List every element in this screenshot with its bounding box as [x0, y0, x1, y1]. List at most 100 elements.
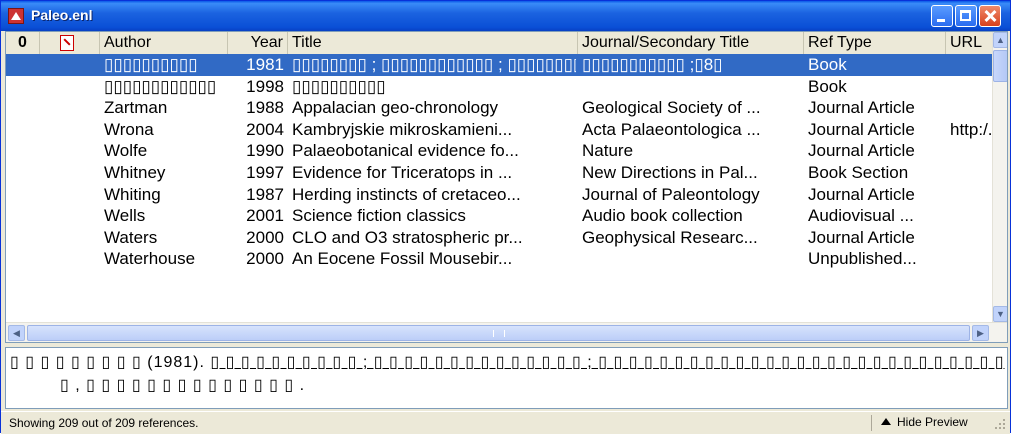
resize-grip-icon[interactable]: [994, 418, 1006, 430]
cell-author: Wells: [104, 206, 146, 226]
cell-url: [950, 162, 992, 184]
cell-author: Waterhouse: [104, 249, 196, 269]
preview-citation-line-1: ▯ ▯ ▯ ▯ ▯ ▯ ▯ ▯ ▯ (1981). ▯ ▯ ▯ ▯ ▯ ▯ ▯ …: [10, 352, 1011, 372]
cell-title: Evidence for Triceratops in ...: [292, 162, 513, 182]
cell-ref-type: Journal Article: [808, 184, 915, 204]
cell-url: [950, 205, 992, 227]
cell-url: [950, 227, 992, 249]
reference-list[interactable]: 0 Author Year Title Journal/Secondary Ti…: [5, 31, 1008, 343]
cell-ref-type: Journal Article: [808, 98, 915, 118]
window-title: Paleo.enl: [31, 7, 93, 23]
cell-title: Palaeobotanical evidence fo...: [292, 141, 519, 161]
table-row[interactable]: Waters 2000 CLO and O3 stratospheric pr.…: [6, 227, 992, 249]
scroll-down-button[interactable]: ▼: [993, 306, 1007, 322]
cell-ref-type: Book: [808, 55, 847, 74]
column-header-attachment[interactable]: 0: [6, 32, 40, 54]
cell-journal: Nature: [582, 141, 634, 161]
cell-journal: ▯▯▯▯▯▯▯▯▯▯▯ ;▯8▯: [582, 55, 723, 74]
column-header-pdf[interactable]: [40, 32, 100, 54]
cell-journal: New Directions in Pal...: [582, 162, 758, 182]
column-header-title[interactable]: Title: [288, 32, 578, 54]
cell-title: Kambryjskie mikroskamieni...: [292, 119, 513, 139]
cell-title: Appalacian geo-chronology: [292, 98, 499, 118]
cell-year: 1988: [246, 98, 284, 118]
cell-ref-type: Audiovisual ...: [808, 206, 914, 226]
table-row[interactable]: Zartman 1988 Appalacian geo-chronology G…: [6, 97, 992, 119]
cell-url: [950, 76, 992, 98]
table-row[interactable]: Whiting 1987 Herding instincts of cretac…: [6, 184, 992, 206]
cell-ref-type: Journal Article: [808, 227, 915, 247]
title-bar[interactable]: Paleo.enl: [1, 1, 1010, 31]
cell-ref-type: Book Section: [808, 162, 909, 182]
cell-year: 2000: [246, 227, 284, 247]
minimize-button[interactable]: [931, 5, 953, 27]
cell-year: 1990: [246, 141, 284, 161]
table-row[interactable]: ▯▯▯▯▯▯▯▯▯▯▯▯ 1998 ▯▯▯▯▯▯▯▯▯▯ Book: [6, 76, 992, 98]
reference-count-status: Showing 209 out of 209 references.: [9, 416, 199, 430]
cell-ref-type: Unpublished...: [808, 249, 917, 269]
table-row[interactable]: ▯▯▯▯▯▯▯▯▯▯ 1981 ▯▯▯▯▯▯▯▯ ; ▯▯▯▯▯▯▯▯▯▯▯▯ …: [6, 54, 992, 76]
preview-title: ▯ ▯ ▯ ▯ ▯ ▯ ▯ ▯ ▯ ▯ ; ▯ ▯ ▯ ▯ ▯ ▯ ▯ ▯ ▯ …: [210, 354, 1005, 371]
cell-journal: Geophysical Researc...: [582, 227, 758, 247]
cell-year: 2001: [246, 206, 284, 226]
pdf-icon: [60, 35, 74, 51]
cell-author: Zartman: [104, 98, 168, 118]
cell-url: [950, 97, 992, 119]
column-header-ref-type[interactable]: Ref Type: [804, 32, 946, 54]
column-header-author[interactable]: Author: [100, 32, 228, 54]
cell-url: [950, 54, 992, 76]
scroll-grip-icon: [493, 330, 505, 337]
scroll-up-button[interactable]: ▲: [993, 32, 1007, 48]
column-header-url[interactable]: URL: [946, 32, 992, 54]
table-row[interactable]: Wrona 2004 Kambryjskie mikroskamieni... …: [6, 119, 992, 141]
cell-url: [950, 184, 992, 206]
vertical-scrollbar[interactable]: ▲ ▼: [992, 32, 1007, 322]
cell-year: 1997: [246, 162, 284, 182]
horizontal-scroll-thumb[interactable]: [27, 325, 970, 341]
cell-journal: Journal of Paleontology: [582, 184, 760, 204]
horizontal-scrollbar[interactable]: ◀ ▶: [6, 322, 1007, 342]
cell-ref-type: Journal Article: [808, 141, 915, 161]
table-row[interactable]: Waterhouse 2000 An Eocene Fossil Mousebi…: [6, 248, 992, 270]
vertical-scroll-thumb[interactable]: [993, 50, 1007, 82]
table-row[interactable]: Whitney 1997 Evidence for Triceratops in…: [6, 162, 992, 184]
preview-author-year: ▯ ▯ ▯ ▯ ▯ ▯ ▯ ▯ ▯ (1981).: [10, 354, 205, 371]
cell-ref-type: Journal Article: [808, 119, 915, 139]
cell-journal: [582, 248, 802, 270]
cell-year: 1998: [246, 76, 284, 96]
cell-title: Science fiction classics: [292, 206, 466, 226]
scroll-right-button[interactable]: ▶: [972, 325, 989, 341]
column-header-year[interactable]: Year: [228, 32, 288, 54]
column-header-journal[interactable]: Journal/Secondary Title: [578, 32, 804, 54]
endnote-app-icon[interactable]: [8, 8, 24, 24]
cell-year: 1987: [246, 184, 284, 204]
cell-journal: [582, 76, 802, 98]
cell-title: ▯▯▯▯▯▯▯▯ ; ▯▯▯▯▯▯▯▯▯▯▯▯ ; ▯▯▯▯▯▯▯▯▯▯▯▯▯▯…: [292, 55, 576, 74]
table-row[interactable]: Wolfe 1990 Palaeobotanical evidence fo..…: [6, 140, 992, 162]
preview-citation-line-2: ▯ , ▯ ▯ ▯ ▯ ▯ ▯ ▯ ▯ ▯ ▯ ▯ ▯ ▯ ▯ .: [60, 377, 306, 394]
cell-title: An Eocene Fossil Mousebir...: [292, 249, 513, 269]
cell-author: ▯▯▯▯▯▯▯▯▯▯: [104, 55, 198, 74]
cell-author: Whiting: [104, 184, 161, 204]
cell-year: 2000: [246, 249, 284, 269]
reference-rows: ▯▯▯▯▯▯▯▯▯▯ 1981 ▯▯▯▯▯▯▯▯ ; ▯▯▯▯▯▯▯▯▯▯▯▯ …: [6, 54, 992, 270]
maximize-button[interactable]: [955, 5, 977, 27]
column-header: 0 Author Year Title Journal/Secondary Ti…: [6, 32, 992, 55]
cell-author: Wrona: [104, 119, 154, 139]
scroll-left-button[interactable]: ◀: [8, 325, 25, 341]
hide-preview-button[interactable]: Hide Preview: [881, 415, 968, 431]
cell-journal: Geological Society of ...: [582, 98, 761, 118]
cell-author: Whitney: [104, 162, 166, 182]
status-bar: Showing 209 out of 209 references. Hide …: [1, 411, 1010, 434]
up-arrow-icon: [881, 418, 891, 425]
cell-ref-type: Book: [808, 76, 847, 96]
reference-preview-pane[interactable]: ▯ ▯ ▯ ▯ ▯ ▯ ▯ ▯ ▯ (1981). ▯ ▯ ▯ ▯ ▯ ▯ ▯ …: [5, 347, 1011, 409]
table-row[interactable]: Wells 2001 Science fiction classics Audi…: [6, 205, 992, 227]
cell-url[interactable]: http:/.: [950, 119, 992, 141]
close-button[interactable]: [979, 5, 1001, 27]
cell-url: [950, 248, 992, 270]
cell-title: Herding instincts of cretaceo...: [292, 184, 521, 204]
hide-preview-label: Hide Preview: [897, 415, 968, 429]
cell-year: 1981: [246, 55, 284, 74]
status-divider: [871, 415, 872, 431]
